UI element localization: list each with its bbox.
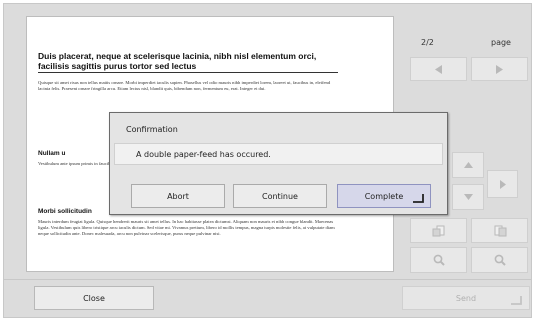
- abort-button-label: Abort: [167, 191, 189, 201]
- page-view-button[interactable]: [410, 218, 467, 243]
- page-label: page: [491, 38, 511, 47]
- continue-button[interactable]: Continue: [233, 184, 327, 208]
- complete-button-label: Complete: [364, 191, 404, 201]
- prev-page-button[interactable]: [410, 57, 467, 81]
- enter-corner-icon: [413, 194, 424, 203]
- next-page-button[interactable]: [471, 57, 528, 81]
- preview-paragraph: Mauris interdum feugiat ligula. Quisque …: [38, 219, 335, 236]
- confirmation-dialog: Confirmation A double paper-feed has occ…: [109, 112, 448, 215]
- page-counter: 2/2: [421, 38, 434, 47]
- continue-button-label: Continue: [262, 191, 298, 201]
- send-button[interactable]: Send: [402, 286, 530, 310]
- arrow-up-icon: [463, 162, 473, 168]
- magnifier-icon: [433, 254, 445, 266]
- preview-heading: Nullam u: [38, 150, 66, 157]
- scroll-down-button[interactable]: [452, 184, 484, 210]
- dialog-title: Confirmation: [126, 125, 178, 134]
- abort-button[interactable]: Abort: [131, 184, 225, 208]
- arrow-left-icon: [435, 64, 442, 74]
- preview-title: Duis placerat, neque at scelerisque laci…: [38, 51, 338, 73]
- send-button-label: Send: [455, 293, 477, 303]
- zoom-in-button[interactable]: [471, 247, 528, 273]
- page-rotate-icon: [432, 225, 444, 236]
- arrow-down-icon: [463, 194, 473, 200]
- close-button-label: Close: [83, 293, 105, 303]
- enter-corner-icon: [511, 296, 522, 305]
- magnifier-icon: [494, 254, 506, 266]
- arrow-right-icon: [496, 64, 503, 74]
- page-copy-icon: [494, 225, 506, 236]
- page-layout-button[interactable]: [471, 218, 528, 243]
- preview-heading: Morbi sollicitudin: [38, 208, 92, 215]
- dialog-message: A double paper-feed has occured.: [114, 143, 443, 165]
- zoom-out-button[interactable]: [410, 247, 467, 273]
- scroll-right-button[interactable]: [487, 170, 518, 198]
- arrow-right-icon: [499, 179, 506, 189]
- complete-button[interactable]: Complete: [337, 184, 431, 208]
- close-button[interactable]: Close: [34, 286, 154, 310]
- footer-divider: [4, 279, 531, 280]
- scroll-up-button[interactable]: [452, 152, 484, 178]
